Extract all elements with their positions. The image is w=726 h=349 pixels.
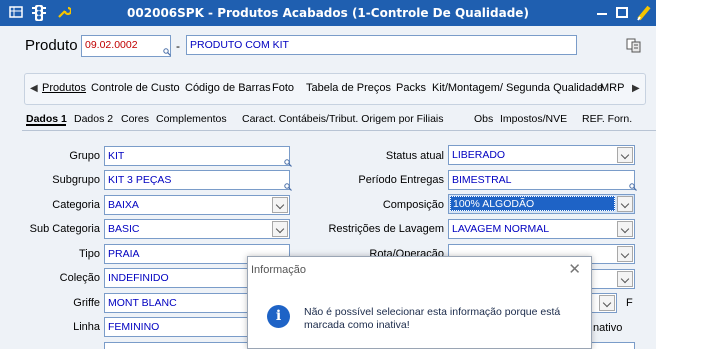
sub-categoria-select[interactable]: BASIC (104, 219, 290, 239)
subtab-ref-forn[interactable]: REF. Forn. (582, 113, 632, 125)
sub-categoria-value: BASIC (108, 223, 140, 235)
label-grupo: Grupo (69, 150, 100, 162)
periodo-entregas-value: BIMESTRAL (452, 174, 512, 186)
status-atual-select[interactable]: LIBERADO (448, 145, 635, 165)
pencil-icon[interactable] (635, 4, 653, 22)
composicao-select[interactable]: 100% ALGODÃO (448, 194, 635, 214)
subtab-caract-contabeis[interactable]: Caract. Contábeis/Tribut. Origem por Fil… (242, 113, 444, 125)
partial-field-bottom[interactable] (585, 342, 635, 349)
chevron-down-icon[interactable] (617, 196, 633, 212)
label-colecao: Coleção (59, 272, 100, 284)
chevron-down-icon[interactable] (617, 221, 633, 237)
subtab-cores[interactable]: Cores (121, 113, 149, 125)
tab-foto[interactable]: Foto (272, 82, 294, 94)
chevron-down-icon[interactable] (617, 246, 633, 262)
grupo-value: KIT (108, 150, 125, 162)
chevron-down-icon[interactable] (272, 221, 288, 237)
subgrupo-field[interactable]: KIT 3 PEÇAS (104, 170, 290, 190)
maximize-icon[interactable] (613, 4, 631, 22)
title-bar: 002006SPK - Produtos Acabados (1-Control… (0, 0, 656, 26)
tab-produtos[interactable]: Produtos (42, 82, 86, 94)
search-icon[interactable] (163, 48, 171, 56)
label-subgrupo: Subgrupo (52, 174, 100, 186)
linha-value: FEMININO (108, 321, 160, 333)
chevron-down-icon[interactable] (617, 147, 633, 163)
label-restricoes-lavagem: Restrições de Lavagem (328, 223, 444, 235)
dialog-message: Não é possível selecionar esta informaçã… (304, 306, 561, 331)
search-icon[interactable] (284, 159, 292, 167)
colecao-value: INDEFINIDO (108, 272, 169, 284)
info-icon: i (267, 305, 290, 328)
tipo-value: PRAIA (108, 248, 140, 260)
categoria-select[interactable]: BAIXA (104, 195, 290, 215)
dialog-title: Informação (251, 264, 307, 276)
tab-scroll-right-icon[interactable]: ▶ (632, 83, 640, 94)
periodo-entregas-field[interactable]: BIMESTRAL (448, 170, 635, 190)
label-griffe: Griffe (73, 297, 100, 309)
status-atual-value: LIBERADO (452, 149, 506, 161)
subtab-obs[interactable]: Obs (474, 113, 493, 125)
composicao-value: 100% ALGODÃO (450, 196, 615, 211)
active-subtab-underline (26, 124, 66, 126)
label-sub-categoria: Sub Categoria (29, 223, 100, 235)
tab-scroll-left-icon[interactable]: ◀ (30, 83, 38, 94)
tab-tabela-de-precos[interactable]: Tabela de Preços (306, 82, 391, 94)
chevron-down-icon[interactable] (617, 271, 633, 287)
search-icon[interactable] (284, 183, 292, 191)
subtab-complementos[interactable]: Complementos (156, 113, 227, 125)
product-label: Produto (25, 37, 78, 54)
restricoes-lavagem-select[interactable]: LAVAGEM NORMAL (448, 219, 635, 239)
partial-select-1[interactable] (585, 269, 635, 289)
info-dialog: Informação ✕ i Não é possível selecionar… (247, 256, 592, 349)
minimize-icon[interactable] (593, 4, 611, 22)
subtab-impostos-nve[interactable]: Impostos/NVE (500, 113, 567, 125)
label-status-atual: Status atual (385, 150, 444, 162)
tab-controle-de-custo[interactable]: Controle de Custo (91, 82, 180, 94)
chevron-down-icon[interactable] (599, 295, 615, 311)
label-tipo: Tipo (79, 248, 100, 260)
label-periodo-entregas: Período Entregas (358, 174, 444, 186)
search-icon[interactable] (629, 183, 637, 191)
griffe-value: MONT BLANC (108, 297, 177, 309)
product-name-field[interactable]: PRODUTO COM KIT (186, 35, 577, 55)
tab-packs[interactable]: Packs (396, 82, 426, 94)
categoria-value: BAIXA (108, 199, 139, 211)
tab-codigo-de-barras[interactable]: Código de Barras (185, 82, 271, 94)
close-icon[interactable]: ✕ (568, 260, 581, 278)
grupo-field[interactable]: KIT (104, 146, 290, 166)
partial-label-inativo: nativo (593, 322, 623, 334)
tab-mrp[interactable]: MRP (600, 82, 624, 94)
copy-icon[interactable] (626, 37, 642, 53)
partial-label-f: F (626, 297, 633, 309)
chevron-down-icon[interactable] (272, 197, 288, 213)
label-categoria: Categoria (52, 199, 100, 211)
subgrupo-value: KIT 3 PEÇAS (108, 174, 172, 186)
restricoes-lavagem-value: LAVAGEM NORMAL (452, 223, 550, 235)
product-code-field[interactable]: 09.02.0002 (81, 35, 171, 57)
tab-kit-montagem[interactable]: Kit/Montagem/ Segunda Qualidade (432, 82, 603, 94)
label-linha: Linha (73, 321, 100, 333)
window-title: 002006SPK - Produtos Acabados (1-Control… (127, 6, 529, 20)
label-composicao: Composição (382, 199, 444, 211)
subtab-dados-2[interactable]: Dados 2 (74, 113, 113, 125)
product-separator: - (176, 39, 180, 53)
